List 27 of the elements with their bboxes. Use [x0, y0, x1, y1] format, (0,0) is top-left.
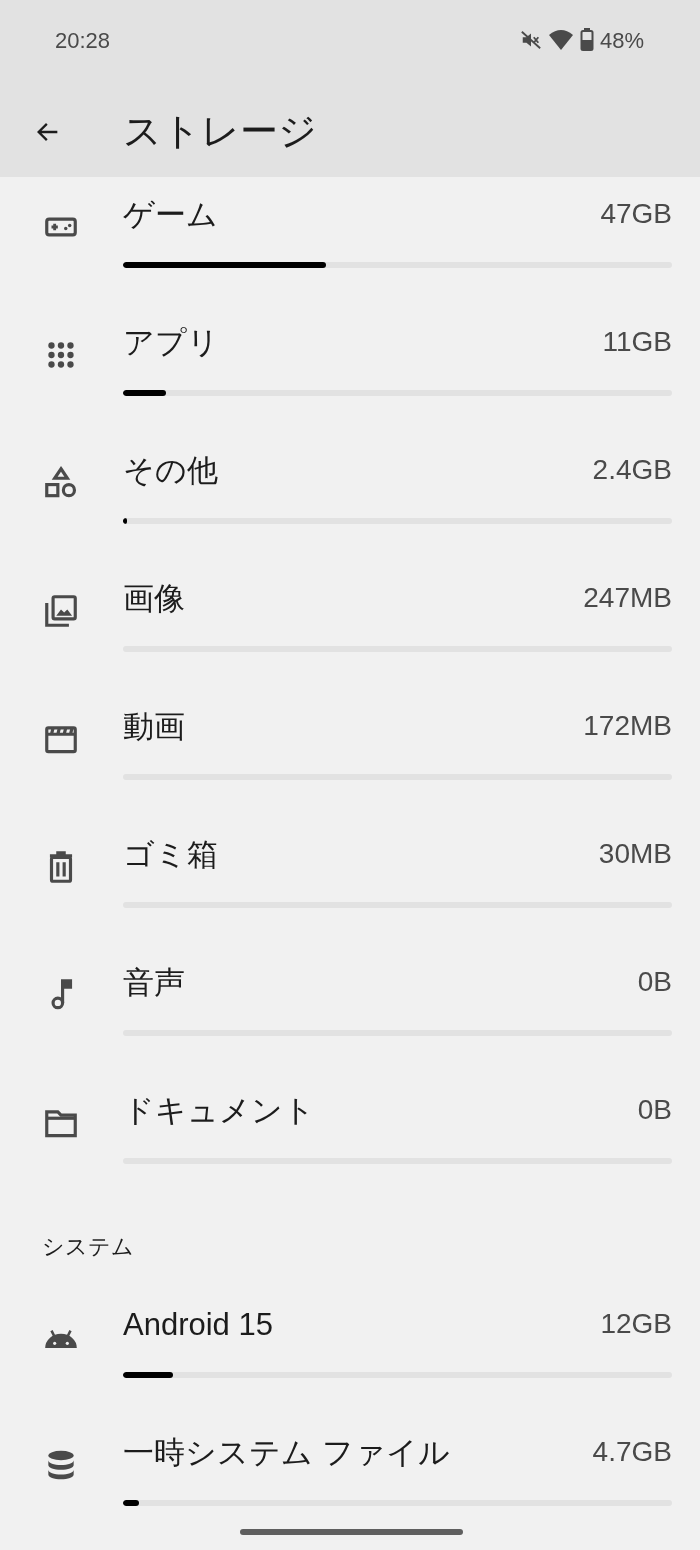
section-header: システム	[42, 1234, 134, 1259]
wifi-icon	[547, 29, 574, 51]
category-label[interactable]: Android 15	[123, 1308, 273, 1340]
mute-icon	[519, 29, 542, 51]
page-title: ストレージ	[123, 109, 317, 154]
category-size: 12GB	[600, 1310, 672, 1338]
category-label[interactable]: 動画	[123, 710, 185, 742]
category-size: 0B	[637, 968, 672, 996]
battery-percent: 48%	[599, 26, 644, 55]
status-time: 20:28	[55, 26, 111, 55]
battery-icon	[579, 28, 594, 52]
category-label[interactable]: 画像	[123, 582, 185, 614]
category-label[interactable]: ゴミ箱	[123, 838, 218, 870]
category-label[interactable]: ゲーム	[123, 198, 218, 230]
category-label[interactable]: 音声	[123, 966, 185, 998]
category-size: 247MB	[583, 584, 672, 612]
category-size: 2.4GB	[592, 456, 672, 484]
category-label[interactable]: その他	[123, 454, 218, 486]
category-label[interactable]: アプリ	[123, 326, 219, 358]
category-label[interactable]: ドキュメント	[123, 1094, 315, 1126]
category-size: 30MB	[598, 840, 672, 868]
category-size: 172MB	[583, 712, 672, 740]
category-size: 4.7GB	[592, 1438, 672, 1466]
category-size: 47GB	[600, 200, 672, 228]
category-label[interactable]: 一時システム ファイル	[123, 1436, 450, 1468]
category-size: 11GB	[602, 328, 672, 356]
category-size: 0B	[637, 1096, 672, 1124]
